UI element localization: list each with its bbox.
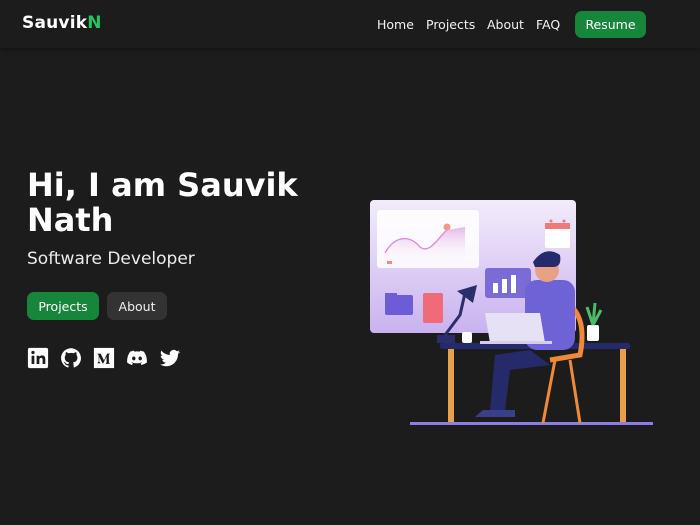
resume-button[interactable]: Resume bbox=[575, 11, 646, 38]
hero-title: Hi, I am Sauvik Nath bbox=[27, 166, 298, 239]
github-icon[interactable] bbox=[60, 347, 82, 369]
logo-text: Sauvik bbox=[22, 13, 88, 33]
nav-faq-link[interactable]: FAQ bbox=[536, 17, 560, 32]
logo-accent: N bbox=[87, 13, 102, 33]
about-button[interactable]: About bbox=[107, 292, 167, 320]
projects-button[interactable]: Projects bbox=[27, 292, 99, 320]
site-logo[interactable]: SauvikN bbox=[22, 13, 102, 33]
nav-projects-link[interactable]: Projects bbox=[426, 17, 475, 32]
nav-about-link[interactable]: About bbox=[487, 17, 524, 32]
medium-icon[interactable] bbox=[93, 347, 115, 369]
hero-subtitle: Software Developer bbox=[27, 249, 195, 269]
linkedin-icon[interactable] bbox=[27, 347, 49, 369]
developer-illustration bbox=[370, 200, 653, 425]
navbar: SauvikN Home Projects About FAQ Resume bbox=[0, 0, 700, 48]
nav-home-link[interactable]: Home bbox=[377, 17, 414, 32]
twitter-icon[interactable] bbox=[159, 347, 181, 369]
discord-icon[interactable] bbox=[126, 347, 148, 369]
